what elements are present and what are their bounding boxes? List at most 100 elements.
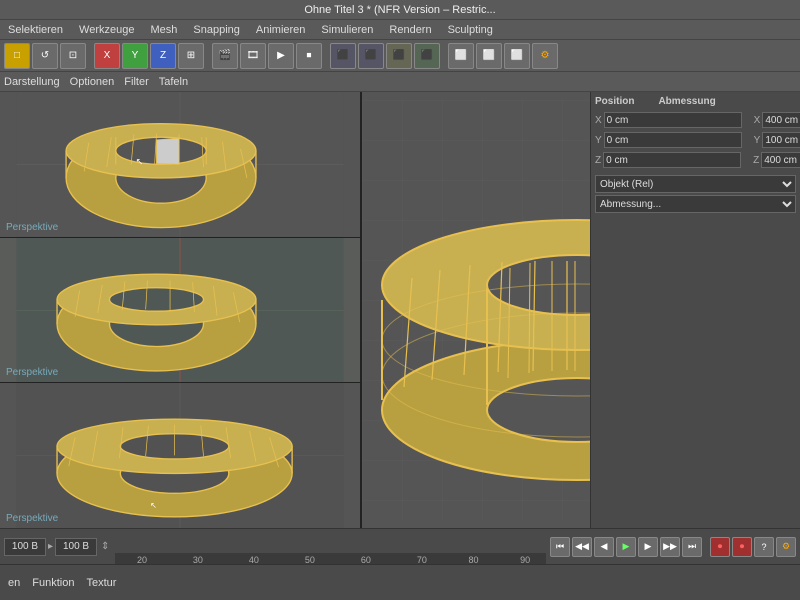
menu-simulieren[interactable]: Simulieren [317,23,377,37]
coord-x-size[interactable] [762,112,800,128]
menu-sculpting[interactable]: Sculpting [444,23,497,37]
toolbar-btn-z[interactable]: Z [150,43,176,69]
tl-btn-play[interactable]: ▶ [616,537,636,557]
title-text: Ohne Titel 3 * (NFR Version – Restric... [304,4,495,16]
menu-werkzeuge[interactable]: Werkzeuge [75,23,138,37]
bottom-textur[interactable]: Textur [82,576,120,590]
timeline-frame-inputs: ▸ ⇕ [0,538,115,556]
toolbar-group-axis: X Y Z ⊞ [94,43,204,69]
sec-filter[interactable]: Filter [124,76,148,88]
tl-btn-prev[interactable]: ◀ [594,537,614,557]
main-area: ↖ Perspektive [0,92,800,528]
svg-text:↖: ↖ [136,156,144,166]
tl-btn-rec2[interactable]: ⏺ [732,537,752,557]
menu-mesh[interactable]: Mesh [146,23,181,37]
timeline-frame-sep: ▸ [48,541,53,552]
bottom-en[interactable]: en [4,576,24,590]
viewport-bot-canvas: ↖ [0,383,360,528]
menu-snapping[interactable]: Snapping [189,23,244,37]
toolbar-btn-record[interactable]: 🎬 [212,43,238,69]
timeline-end-frame[interactable] [55,538,97,556]
coord-y-size[interactable] [762,132,800,148]
coord-x-pos[interactable] [604,112,742,128]
toolbar-btn-e4[interactable]: ⚙ [532,43,558,69]
timeline-current-frame[interactable] [4,538,46,556]
position-title: Position [595,96,634,107]
coord-row-x: X X [595,111,796,129]
timeline: ▸ ⇕ 20 30 40 50 60 70 80 90 ⏮ ◀◀ ◀ ▶ ▶ ▶… [0,528,800,564]
tl-btn-next[interactable]: ▶ [638,537,658,557]
menu-bar: Selektieren Werkzeuge Mesh Snapping Anim… [0,20,800,40]
toolbar-btn-scale[interactable]: ⊡ [60,43,86,69]
tl-mark-30: 30 [193,555,203,565]
bottom-funktion[interactable]: Funktion [28,576,78,590]
tl-mark-90: 90 [520,555,530,565]
tl-btn-last[interactable]: ⏭ [682,537,702,557]
tl-btn-help[interactable]: ? [754,537,774,557]
coord-row-z: Z Z [595,151,796,169]
coord-z-size[interactable] [761,152,800,168]
toolbar-btn-stop[interactable]: ⏹ [296,43,322,69]
coord-object-rel-dropdown[interactable]: Objekt (Rel) [595,175,796,193]
vp-bot-left-label: Perspektive [6,513,58,524]
tl-mark-80: 80 [468,555,478,565]
secondary-bar: Darstellung Optionen Filter Tafeln [0,72,800,92]
viewport-top-left[interactable]: ↖ Perspektive [0,92,360,238]
toolbar-btn-e3[interactable]: ⬜ [504,43,530,69]
coord-y-pos[interactable] [604,132,742,148]
toolbar-btn-film[interactable]: 🎞 [240,43,266,69]
coord-x-size-label: X [754,115,761,126]
tl-btn-rec1[interactable]: ⏺ [710,537,730,557]
coord-z-label: Z [595,155,601,166]
viewport-mid-canvas [0,238,360,383]
tl-btn-first[interactable]: ⏮ [550,537,570,557]
toolbar-btn-rotate[interactable]: ↺ [32,43,58,69]
coord-row-dropdown2: Abmessung... [595,195,796,213]
coord-z-pos[interactable] [603,152,741,168]
toolbar-btn-x[interactable]: X [94,43,120,69]
right-viewport[interactable]: Position Abmessung X X Y Y Z [362,92,800,528]
toolbar-btn-r4[interactable]: ⬛ [414,43,440,69]
toolbar-btn-r3[interactable]: ⬛ [386,43,412,69]
abmessung-title: Abmessung [658,96,715,107]
toolbar-btn-e1[interactable]: ⬜ [448,43,474,69]
toolbar-group-extra: ⬜ ⬜ ⬜ ⚙ [448,43,558,69]
tl-btn-extra[interactable]: ⚙ [776,537,796,557]
menu-animieren[interactable]: Animieren [252,23,310,37]
toolbar-btn-y[interactable]: Y [122,43,148,69]
tl-btn-prev-key[interactable]: ◀◀ [572,537,592,557]
tl-mark-20: 20 [137,555,147,565]
toolbar-btn-e2[interactable]: ⬜ [476,43,502,69]
timeline-ruler: 20 30 40 50 60 70 80 90 [115,529,546,565]
toolbar-group-mode: □ ↺ ⊡ [4,43,86,69]
toolbar-group-media: 🎬 🎞 ▶ ⏹ [212,43,322,69]
coord-panel-header: Position Abmessung [595,96,796,107]
coord-abmessung-dropdown[interactable]: Abmessung... [595,195,796,213]
coord-y-size-label: Y [754,135,761,146]
coord-panel: Position Abmessung X X Y Y Z [590,92,800,528]
viewport-mid-left[interactable]: Perspektive [0,238,360,384]
sec-tafeln[interactable]: Tafeln [159,76,188,88]
toolbar-btn-all[interactable]: ⊞ [178,43,204,69]
bottom-bar: en Funktion Textur [0,564,800,600]
coord-row-dropdown1: Objekt (Rel) [595,175,796,193]
sec-darstellung[interactable]: Darstellung [4,76,60,88]
left-panel: ↖ Perspektive [0,92,362,528]
vp-top-left-label: Perspektive [6,222,58,233]
tl-mark-60: 60 [361,555,371,565]
timeline-controls: ⏮ ◀◀ ◀ ▶ ▶ ▶▶ ⏭ ⏺ ⏺ ? ⚙ [546,529,800,564]
toolbar-group-render: ⬛ ⬛ ⬛ ⬛ [330,43,440,69]
viewport-bot-left[interactable]: ↖ Perspektive [0,383,360,528]
coord-y-label: Y [595,135,602,146]
toolbar-btn-play[interactable]: ▶ [268,43,294,69]
toolbar-btn-r2[interactable]: ⬛ [358,43,384,69]
tl-btn-next-key[interactable]: ▶▶ [660,537,680,557]
viewport-top-canvas: ↖ [0,92,360,237]
toolbar-btn-select[interactable]: □ [4,43,30,69]
menu-selektieren[interactable]: Selektieren [4,23,67,37]
coord-x-label: X [595,115,602,126]
sec-optionen[interactable]: Optionen [70,76,115,88]
menu-rendern[interactable]: Rendern [385,23,435,37]
toolbar-btn-r1[interactable]: ⬛ [330,43,356,69]
tl-mark-50: 50 [305,555,315,565]
